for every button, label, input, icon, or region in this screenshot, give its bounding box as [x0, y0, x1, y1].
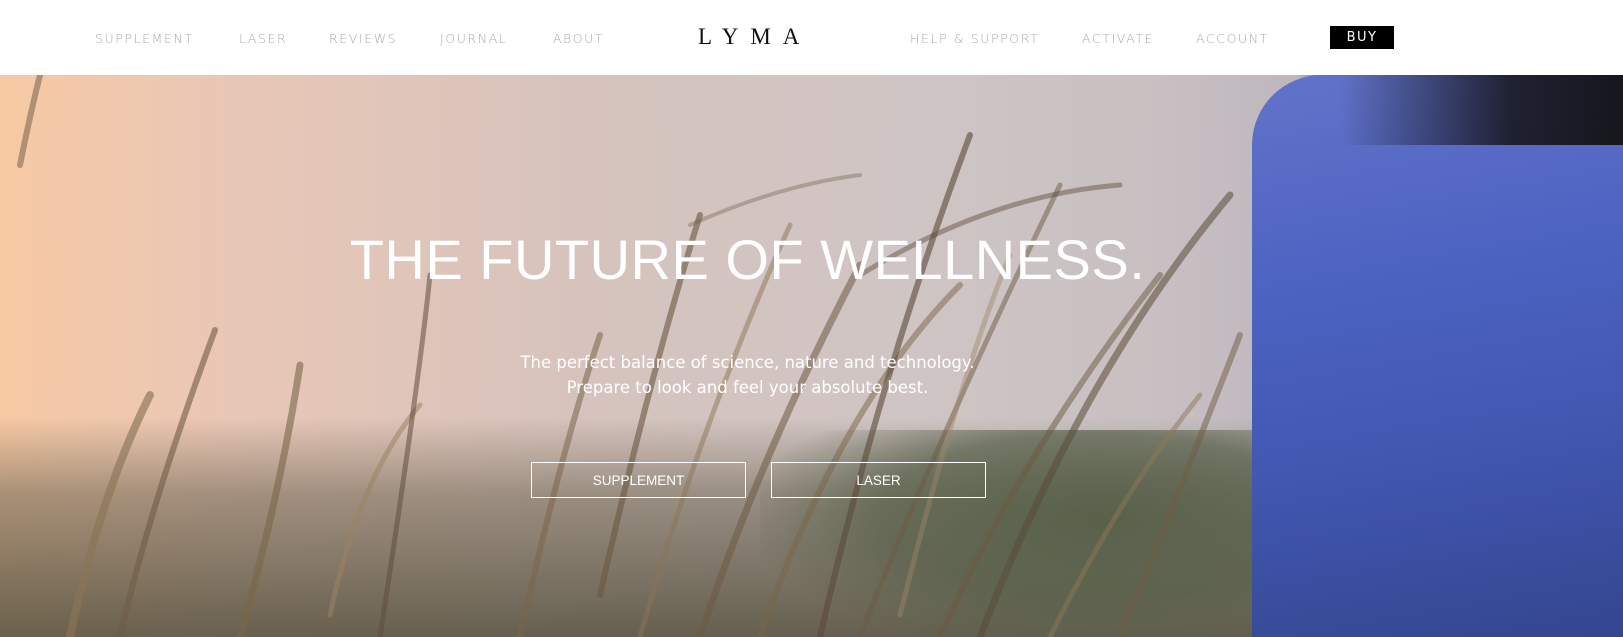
nav-link-supplement[interactable]: SUPPLEMENT — [95, 31, 194, 46]
buy-button[interactable]: BUY — [1330, 26, 1394, 49]
laser-button[interactable]: LASER — [771, 462, 986, 498]
nav-link-about[interactable]: ABOUT — [553, 31, 604, 46]
hero-title: THE FUTURE OF WELLNESS. — [349, 228, 1146, 291]
nav-link-journal[interactable]: JOURNAL — [440, 31, 507, 46]
top-navigation: SUPPLEMENT LASER REVIEWS JOURNAL ABOUT L… — [0, 0, 1623, 75]
brand-logo[interactable]: LYMA — [698, 24, 811, 50]
supplement-button[interactable]: SUPPLEMENT — [531, 462, 746, 498]
nav-link-laser[interactable]: LASER — [239, 31, 287, 46]
nav-link-help-support[interactable]: HELP & SUPPORT — [910, 31, 1039, 46]
nav-link-activate[interactable]: ACTIVATE — [1082, 31, 1154, 46]
nav-link-account[interactable]: ACCOUNT — [1196, 31, 1269, 46]
hero-section: THE FUTURE OF WELLNESS. The perfect bala… — [0, 75, 1623, 637]
hero-subtitle-line2: Prepare to look and feel your absolute b… — [566, 378, 929, 397]
nav-link-reviews[interactable]: REVIEWS — [329, 31, 397, 46]
hero-subtitle-line1: The perfect balance of science, nature a… — [520, 353, 975, 372]
